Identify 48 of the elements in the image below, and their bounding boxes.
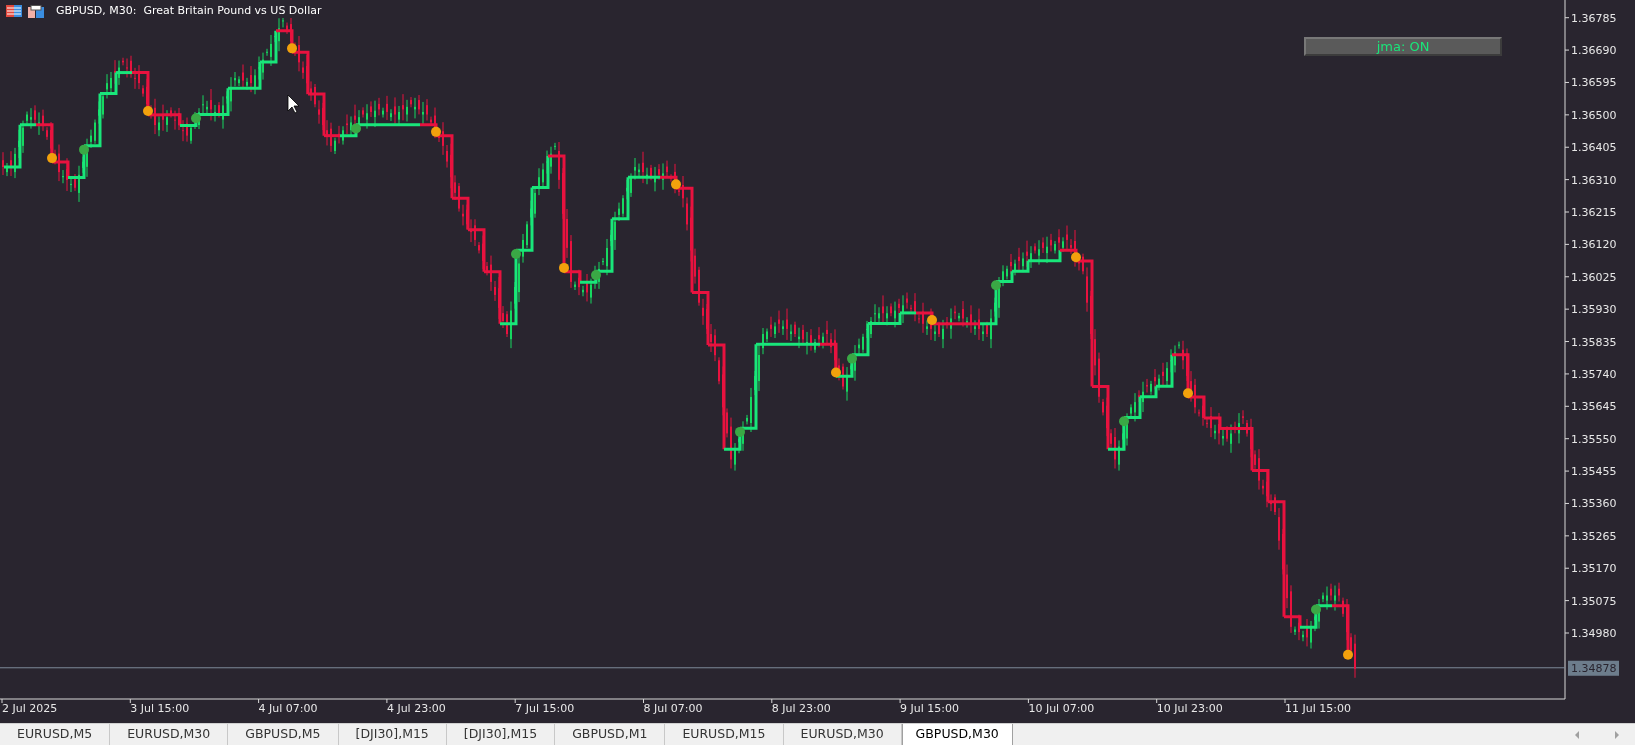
time-axis-label: 7 Jul 15:00 (515, 702, 575, 715)
cursor-icon (287, 94, 300, 114)
chart-tab[interactable]: EURUSD,M5 (0, 724, 111, 745)
price-axis-label: 1.36215 (1571, 206, 1617, 219)
chart-tab[interactable]: EURUSD,M15 (665, 724, 784, 745)
chart-tab[interactable]: GBPUSD,M1 (555, 724, 666, 745)
time-axis-label: 10 Jul 07:00 (1028, 702, 1095, 715)
price-axis-label: 1.36785 (1571, 11, 1617, 25)
price-axis-label: 1.35930 (1571, 303, 1617, 317)
chart-tab[interactable]: EURUSD,M30 (783, 724, 902, 745)
price-axis-label: 1.36120 (1571, 238, 1617, 252)
price-axis-label: 1.35360 (1571, 497, 1617, 511)
price-axis-label: 1.36310 (1571, 173, 1617, 187)
scroll-right-icon[interactable] (1613, 730, 1621, 739)
table-icon (6, 5, 22, 18)
time-axis-label: 4 Jul 23:00 (386, 702, 446, 715)
chart-tab[interactable]: EURUSD,M30 (110, 724, 229, 745)
time-axis-label: 4 Jul 07:00 (258, 702, 318, 715)
time-axis-label: 10 Jul 23:00 (1156, 702, 1223, 715)
time-axis-label: 8 Jul 07:00 (643, 702, 703, 715)
price-axis-label: 1.35740 (1571, 367, 1617, 381)
time-axis-label: 3 Jul 15:00 (130, 702, 190, 715)
price-axis-label: 1.36025 (1571, 270, 1617, 284)
scroll-left-icon[interactable] (1573, 730, 1581, 739)
chart-tab[interactable]: [DJI30],M15 (446, 724, 556, 745)
price-axis-label: 1.35835 (1571, 335, 1617, 349)
price-axis-label: 1.35550 (1571, 432, 1617, 446)
chart-title: GBPUSD, M30: Great Britain Pound vs US Dollar (56, 3, 322, 19)
price-axis-label: 1.36690 (1571, 44, 1617, 58)
price-axis-label: 1.34980 (1571, 627, 1617, 640)
price-axis-label: 1.35455 (1571, 465, 1617, 479)
current-price-tag: 1.34878 (1568, 660, 1619, 676)
price-axis-label: 1.35265 (1571, 529, 1617, 543)
time-axis-label: 2 Jul 2025 (2, 702, 58, 715)
price-axis-label: 1.36405 (1571, 141, 1617, 155)
time-axis-label: 8 Jul 23:00 (771, 702, 831, 715)
chart-tab[interactable]: [DJI30],M15 (338, 724, 447, 745)
time-axis-label: 11 Jul 15:00 (1285, 702, 1351, 715)
indicator-status-label: jma: ON (1304, 37, 1502, 56)
price-axis-label: 1.36500 (1571, 108, 1617, 122)
price-axis-label: 1.35170 (1571, 562, 1617, 576)
price-axis-label: 1.35075 (1571, 594, 1617, 608)
window-icon (28, 4, 44, 18)
price-axis-label: 1.36595 (1571, 76, 1617, 90)
price-axis-label: 1.35645 (1571, 400, 1617, 414)
chart-tab[interactable]: GBPUSD,M5 (228, 724, 339, 745)
time-axis-label: 9 Jul 15:00 (900, 702, 960, 715)
chart-tab[interactable]: GBPUSD,M30 (901, 724, 1013, 745)
